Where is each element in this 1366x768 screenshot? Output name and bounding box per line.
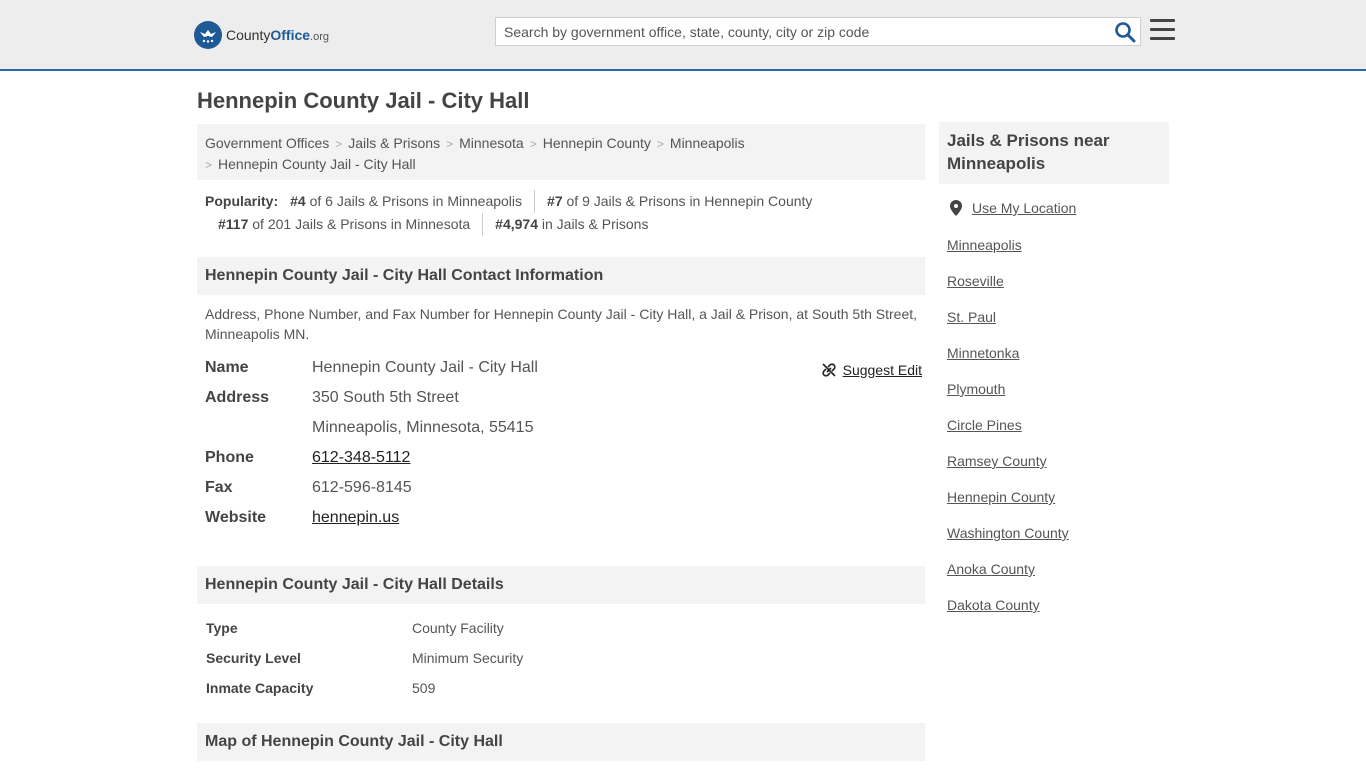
search-icon[interactable] [1114, 21, 1136, 43]
details-label: Type [206, 620, 238, 636]
logo-text: CountyOffice.org [226, 27, 329, 43]
popularity-item: #4 of 6 Jails & Prisons in Minneapolis [290, 190, 536, 213]
popularity-text: of 9 Jails & Prisons in Hennepin County [566, 193, 813, 209]
details-value: County Facility [412, 620, 504, 636]
use-location-link[interactable]: Use My Location [972, 200, 1076, 216]
popularity-rank: #117 [218, 216, 249, 232]
website-label: Website [205, 509, 267, 526]
popularity-text: of 6 Jails & Prisons in Minneapolis [309, 193, 523, 209]
name-value: Hennepin County Jail - City Hall [312, 359, 538, 376]
sidebar-link-hennepin-county[interactable]: Hennepin County [947, 489, 1055, 505]
breadcrumb-item[interactable]: Government Offices [205, 135, 329, 151]
page-title: Hennepin County Jail - City Hall [197, 88, 530, 113]
sidebar-link-ramsey-county[interactable]: Ramsey County [947, 453, 1047, 469]
breadcrumb-current: Hennepin County Jail - City Hall [218, 156, 416, 172]
search-box [495, 17, 1141, 46]
breadcrumb-separator: > [656, 137, 664, 151]
address-line2: Minneapolis, Minnesota, 55415 [312, 419, 534, 436]
logo-tld: .org [310, 31, 330, 43]
eagle-logo-icon [194, 21, 222, 49]
menu-bar [1150, 19, 1175, 22]
contact-heading: Hennepin County Jail - City Hall Contact… [197, 257, 925, 295]
broken-link-icon [822, 363, 836, 377]
popularity-item: #117 of 201 Jails & Prisons in Minnesota [218, 213, 484, 236]
sidebar-link-dakota-county[interactable]: Dakota County [947, 597, 1040, 613]
breadcrumb-item[interactable]: Hennepin County [543, 135, 651, 151]
breadcrumb: Government Offices > Jails & Prisons > Minne… [197, 124, 925, 180]
use-location[interactable]: Use My Location [950, 200, 1076, 216]
sidebar-link-plymouth[interactable]: Plymouth [947, 381, 1005, 397]
contact-row-name: Name Hennepin County Jail - City Hall Su… [205, 357, 922, 379]
hamburger-menu-icon[interactable] [1150, 19, 1175, 42]
breadcrumb-item[interactable]: Minnesota [459, 135, 524, 151]
popularity: Popularity: #4 of 6 Jails & Prisons in M… [205, 190, 925, 236]
name-label: Name [205, 359, 249, 376]
details-label: Security Level [206, 650, 301, 666]
address-label: Address [205, 389, 270, 406]
site-header: CountyOffice.org [0, 0, 1366, 71]
phone-label: Phone [205, 449, 254, 466]
breadcrumb-separator: > [335, 137, 343, 151]
fax-label: Fax [205, 479, 233, 496]
popularity-text: in Jails & Prisons [541, 216, 649, 232]
sidebar-link-circle-pines[interactable]: Circle Pines [947, 417, 1022, 433]
suggest-edit-link[interactable]: Suggest Edit [843, 359, 922, 381]
popularity-rank: #4,974 [495, 216, 538, 232]
sidebar-heading: Jails & Prisons near Minneapolis [939, 122, 1169, 184]
details-value: 509 [412, 680, 436, 696]
breadcrumb-line-2: > Hennepin County Jail - City Hall [205, 154, 917, 175]
popularity-item: #4,974 in Jails & Prisons [495, 213, 660, 236]
map-heading: Map of Hennepin County Jail - City Hall [197, 723, 925, 761]
search-input[interactable] [496, 18, 1096, 45]
breadcrumb-item[interactable]: Minneapolis [670, 135, 745, 151]
fax-value: 612-596-8145 [312, 479, 412, 496]
popularity-label: Popularity: [205, 193, 279, 209]
website-link[interactable]: hennepin.us [312, 509, 399, 526]
breadcrumb-separator: > [205, 158, 213, 172]
sidebar-link-roseville[interactable]: Roseville [947, 273, 1004, 289]
breadcrumb-item[interactable]: Jails & Prisons [348, 135, 440, 151]
sidebar-link-anoka-county[interactable]: Anoka County [947, 561, 1035, 577]
menu-bar [1150, 28, 1175, 31]
breadcrumb-line-1: Government Offices > Jails & Prisons > Minne… [205, 133, 917, 154]
suggest-edit[interactable]: Suggest Edit [821, 359, 922, 381]
popularity-rank: #4 [290, 193, 306, 209]
popularity-item: #7 of 9 Jails & Prisons in Hennepin Coun… [547, 190, 824, 213]
breadcrumb-separator: > [529, 137, 537, 151]
breadcrumb-separator: > [446, 137, 454, 151]
popularity-rank: #7 [547, 193, 563, 209]
sidebar-link-st-paul[interactable]: St. Paul [947, 309, 996, 325]
logo-brand-office: Office [270, 27, 311, 43]
menu-bar [1150, 37, 1175, 40]
site-logo[interactable]: CountyOffice.org [194, 21, 329, 49]
details-label: Inmate Capacity [206, 680, 314, 696]
address-line1: 350 South 5th Street [312, 389, 459, 406]
details-value: Minimum Security [412, 650, 524, 666]
sidebar-link-minnetonka[interactable]: Minnetonka [947, 345, 1019, 361]
location-pin-icon [950, 200, 962, 216]
logo-brand: County [226, 27, 271, 43]
contact-description: Address, Phone Number, and Fax Number fo… [205, 306, 918, 342]
details-heading: Hennepin County Jail - City Hall Details [197, 566, 925, 604]
sidebar-link-minneapolis[interactable]: Minneapolis [947, 237, 1022, 253]
phone-link[interactable]: 612-348-5112 [312, 449, 410, 466]
sidebar-link-washington-county[interactable]: Washington County [947, 525, 1069, 541]
popularity-text: of 201 Jails & Prisons in Minnesota [252, 216, 471, 232]
